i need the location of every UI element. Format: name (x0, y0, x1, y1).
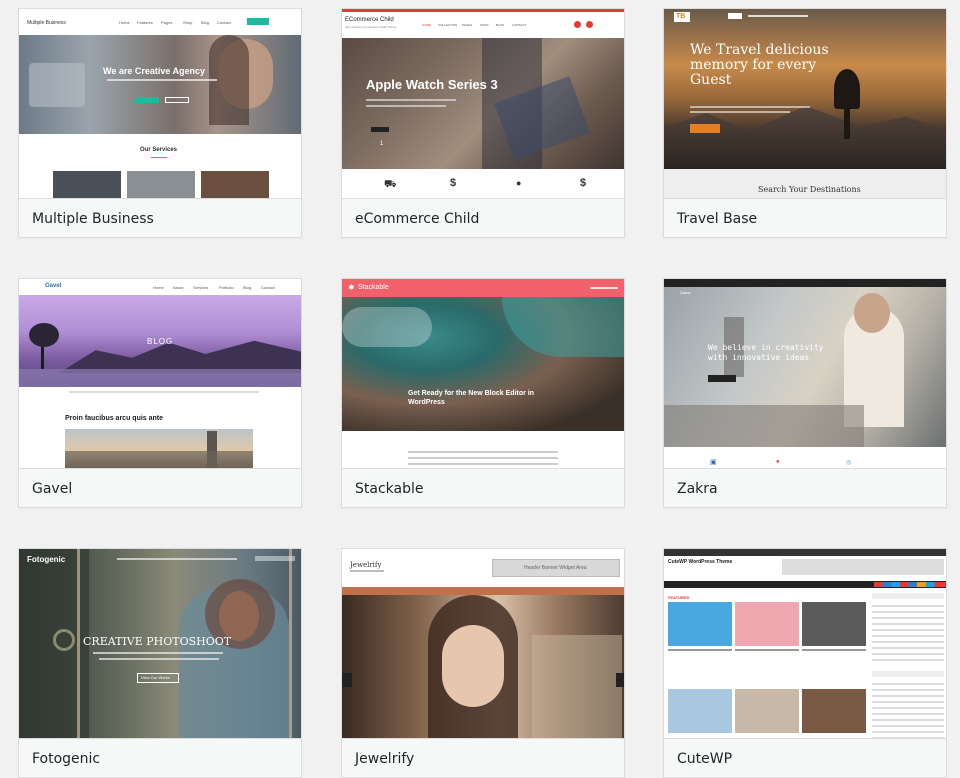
preview-hero (19, 35, 301, 134)
feature-icon: ● (776, 459, 780, 465)
theme-name: Travel Base (677, 211, 758, 227)
preview-hero (342, 595, 624, 738)
theme-screenshot: CuteWP WordPress Theme FEATURED (664, 549, 946, 738)
theme-card-gavel[interactable]: Gavel Home About Services Portfolio Blog… (18, 278, 302, 508)
preview-cta (247, 18, 269, 25)
preview-nav-item: PAGES (462, 23, 473, 27)
theme-card-jewelrify[interactable]: Jewelrify Header Banner Widget Area Jewe… (341, 548, 625, 778)
theme-caption: Jewelrify (342, 738, 624, 777)
preview-hero-title: We Travel delicious memory for every Gue… (690, 42, 829, 88)
preview-nav-item: Blog (243, 285, 252, 290)
preview-section-title: Search Your Destinations (758, 185, 861, 194)
preview-nav-item: Contact (217, 20, 231, 25)
feature-icon: ▣ (710, 459, 717, 466)
preview-hero (664, 9, 946, 169)
theme-card-stackable[interactable]: ✸ Stackable Get Ready for the New Block … (341, 278, 625, 508)
preview-nav-item: About (173, 285, 184, 290)
theme-name: eCommerce Child (355, 211, 480, 227)
preview-nav: Home About Services Portfolio Blog Conta… (153, 285, 283, 290)
dollar-icon: $ (580, 177, 587, 189)
preview-nav-item: BLOG (496, 23, 505, 27)
dollar-icon: $ (450, 177, 457, 189)
preview-hero (342, 38, 624, 169)
preview-nav: Home Features Pages Shop Blog Contact (119, 20, 259, 25)
theme-card-zakra[interactable]: Zakra We believe in creativity with inno… (663, 278, 947, 508)
feature-icon: ◎ (846, 460, 852, 466)
preview-logo: Multiple Business (27, 20, 66, 26)
theme-card-travel-base[interactable]: TB We Travel delicious memory for every … (663, 8, 947, 238)
theme-name: CuteWP (677, 751, 733, 767)
theme-caption: Stackable (342, 468, 624, 507)
stackable-logo-icon: ✸ (348, 283, 355, 292)
theme-caption: Multiple Business (19, 198, 301, 237)
preview-nav-item: Blog (201, 20, 210, 25)
theme-card-multiple-business[interactable]: Multiple Business Home Features Pages Sh… (18, 8, 302, 238)
theme-card-ecommerce-child[interactable]: ECommerce Child Just another eCommerce C… (341, 8, 625, 238)
preview-tagline: Just another eCommerce Child Theme (345, 25, 397, 29)
preview-section-title: Our Services (140, 147, 178, 153)
preview-hero-title: We believe in creativity with innovative… (708, 343, 824, 362)
theme-screenshot: Zakra We believe in creativity with inno… (664, 279, 946, 468)
theme-name: Fotogenic (32, 751, 101, 767)
preview-logo: TB (676, 13, 686, 20)
preview-nav-item: Pages (161, 20, 173, 25)
preview-hero-title: BLOG (147, 337, 174, 346)
preview-nav: HOME COLLECTION PAGES SHOP BLOG CONTACT (422, 23, 542, 27)
preview-nav-item: HOME (422, 23, 431, 27)
preview-nav-item: Services (193, 285, 209, 290)
preview-logo: ECommerce Child (345, 17, 394, 23)
preview-nav-item: SHOP (480, 23, 489, 27)
preview-hero-title: Apple Watch Series 3 (366, 77, 498, 92)
preview-hero (342, 297, 624, 431)
preview-cta: View Our Works (141, 675, 170, 680)
preview-nav-item: Shop (183, 20, 193, 25)
theme-screenshot: Gavel Home About Services Portfolio Blog… (19, 279, 301, 468)
preview-nav-item: Features (137, 20, 153, 25)
preview-nav-item: Home (153, 285, 164, 290)
theme-screenshot: ECommerce Child Just another eCommerce C… (342, 9, 624, 198)
theme-screenshot: TB We Travel delicious memory for every … (664, 9, 946, 198)
theme-name: Multiple Business (32, 211, 154, 227)
theme-card-fotogenic[interactable]: Fotogenic CREATIVE PHOTOSHOOT View Our W… (18, 548, 302, 778)
theme-caption: Zakra (664, 468, 946, 507)
user-icon: ● (516, 178, 522, 188)
theme-caption: eCommerce Child (342, 198, 624, 237)
theme-screenshot: Multiple Business Home Features Pages Sh… (19, 9, 301, 198)
preview-hero (664, 287, 946, 447)
theme-screenshot: Jewelrify Header Banner Widget Area (342, 549, 624, 738)
preview-banner-area: Header Banner Widget Area (524, 565, 587, 571)
preview-hero-title: CREATIVE PHOTOSHOOT (83, 635, 232, 648)
theme-card-cutewp[interactable]: CuteWP WordPress Theme FEATURED CuteWP (663, 548, 947, 778)
preview-logo: Jewelrify (350, 561, 382, 569)
preview-nav-item: CONTACT (512, 23, 527, 27)
theme-caption: Gavel (19, 468, 301, 507)
preview-hero-title: Get Ready for the New Block Editor in Wo… (408, 390, 535, 406)
preview-logo: Stackable (358, 284, 389, 291)
theme-name: Zakra (677, 481, 718, 497)
preview-logo: CuteWP WordPress Theme (668, 559, 733, 565)
theme-name: Jewelrify (355, 751, 415, 767)
theme-screenshot: ✸ Stackable Get Ready for the New Block … (342, 279, 624, 468)
preview-logo: Gavel (45, 283, 62, 289)
theme-screenshot: Fotogenic CREATIVE PHOTOSHOOT View Our W… (19, 549, 301, 738)
theme-caption: Fotogenic (19, 738, 301, 777)
theme-name: Gavel (32, 481, 73, 497)
preview-logo: Fotogenic (27, 555, 66, 564)
theme-caption: CuteWP (664, 738, 946, 777)
preview-nav-item: Portfolio (219, 285, 234, 290)
truck-icon: ⛟ (384, 179, 397, 190)
preview-page-indicator: 1 (380, 141, 384, 147)
preview-nav-item: COLLECTION (438, 23, 458, 27)
preview-section-title: FEATURED (668, 595, 690, 600)
preview-hero-title: We are Creative Agency (103, 66, 206, 76)
theme-name: Stackable (355, 481, 424, 497)
preview-nav-item: Contact (261, 285, 275, 290)
theme-caption: Travel Base (664, 198, 946, 237)
preview-nav-item: Home (119, 20, 130, 25)
preview-post-title: Proin faucibus arcu quis ante (65, 415, 164, 422)
preview-logo: Zakra (680, 290, 691, 295)
